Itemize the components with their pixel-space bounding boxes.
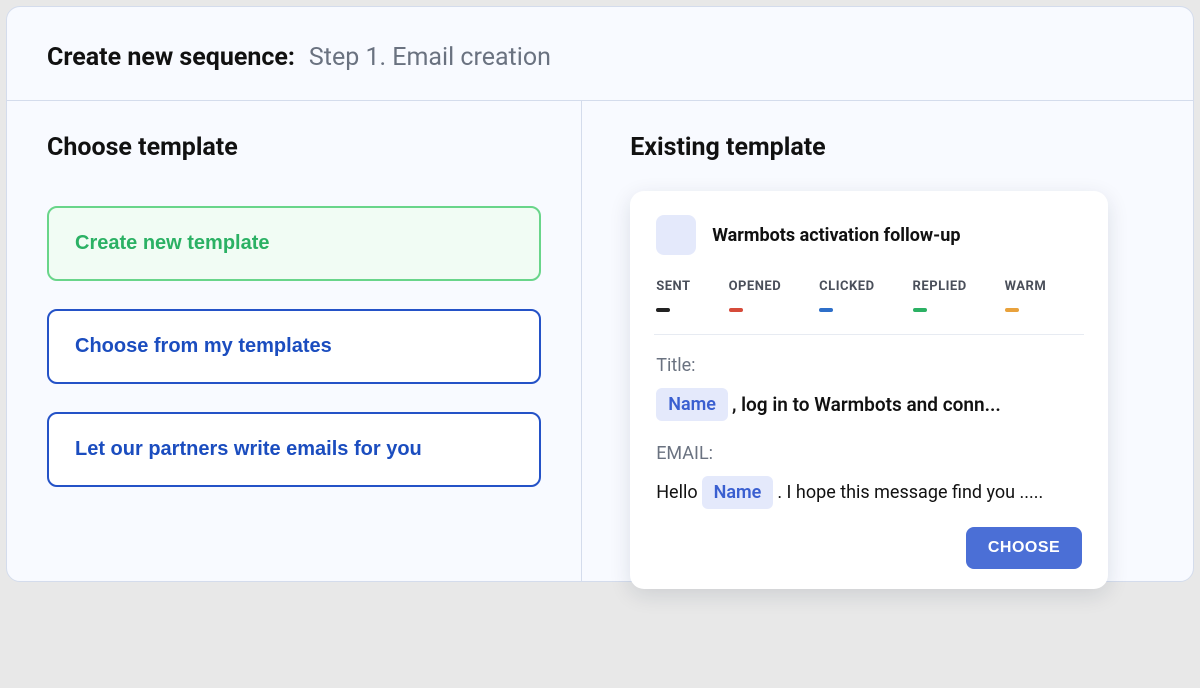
template-email-prefix: Hello: [656, 482, 697, 503]
wizard-step-label: Step 1. Email creation: [309, 43, 551, 72]
stat-opened: OPENED: [729, 279, 782, 312]
stat-warm-label: WARM: [1005, 279, 1047, 294]
template-email-rest: . I hope this message find you .....: [777, 482, 1043, 503]
stat-opened-label: OPENED: [729, 279, 782, 294]
template-title-label: Title:: [656, 355, 1082, 376]
existing-template-heading: Existing template: [630, 133, 1153, 162]
template-stats-row: SENT OPENED CLICKED REPLIED: [656, 279, 1082, 312]
merge-token-name: Name: [656, 388, 728, 421]
stat-clicked-value-dash: [819, 308, 833, 312]
wizard-body: Choose template Create new template Choo…: [7, 101, 1193, 581]
template-name: Warmbots activation follow-up: [712, 225, 960, 246]
create-new-template-option[interactable]: Create new template: [47, 206, 541, 281]
stat-clicked: CLICKED: [819, 279, 874, 312]
card-divider: [654, 334, 1084, 335]
stat-sent-label: SENT: [656, 279, 690, 294]
stat-clicked-label: CLICKED: [819, 279, 874, 294]
wizard-header: Create new sequence: Step 1. Email creat…: [7, 7, 1193, 101]
existing-template-panel: Existing template Warmbots activation fo…: [582, 101, 1193, 581]
stat-opened-value-dash: [729, 308, 743, 312]
wizard-title: Create new sequence:: [47, 43, 295, 72]
choose-template-button[interactable]: CHOOSE: [966, 527, 1082, 569]
template-title-preview: Name , log in to Warmbots and conn...: [656, 388, 1082, 421]
stat-replied-label: REPLIED: [913, 279, 967, 294]
choose-template-heading: Choose template: [47, 133, 541, 162]
sequence-wizard-panel: Create new sequence: Step 1. Email creat…: [6, 6, 1194, 582]
stat-sent-value-dash: [656, 308, 670, 312]
template-card-header: Warmbots activation follow-up: [656, 215, 1082, 255]
stat-warm-value-dash: [1005, 308, 1019, 312]
template-preview-card: Warmbots activation follow-up SENT OPENE…: [630, 191, 1108, 589]
partners-write-emails-option[interactable]: Let our partners write emails for you: [47, 412, 541, 487]
stat-replied: REPLIED: [913, 279, 967, 312]
choose-from-my-templates-option[interactable]: Choose from my templates: [47, 309, 541, 384]
choose-template-panel: Choose template Create new template Choo…: [7, 101, 582, 581]
merge-token-name: Name: [702, 476, 774, 509]
stat-replied-value-dash: [913, 308, 927, 312]
stat-sent: SENT: [656, 279, 690, 312]
stat-warm: WARM: [1005, 279, 1047, 312]
template-email-preview: Hello Name . I hope this message find yo…: [656, 476, 1082, 509]
template-thumbnail-icon: [656, 215, 696, 255]
template-title-text: , log in to Warmbots and conn...: [732, 393, 1001, 416]
template-card-footer: CHOOSE: [656, 527, 1082, 569]
template-email-label: EMAIL:: [656, 443, 1082, 464]
